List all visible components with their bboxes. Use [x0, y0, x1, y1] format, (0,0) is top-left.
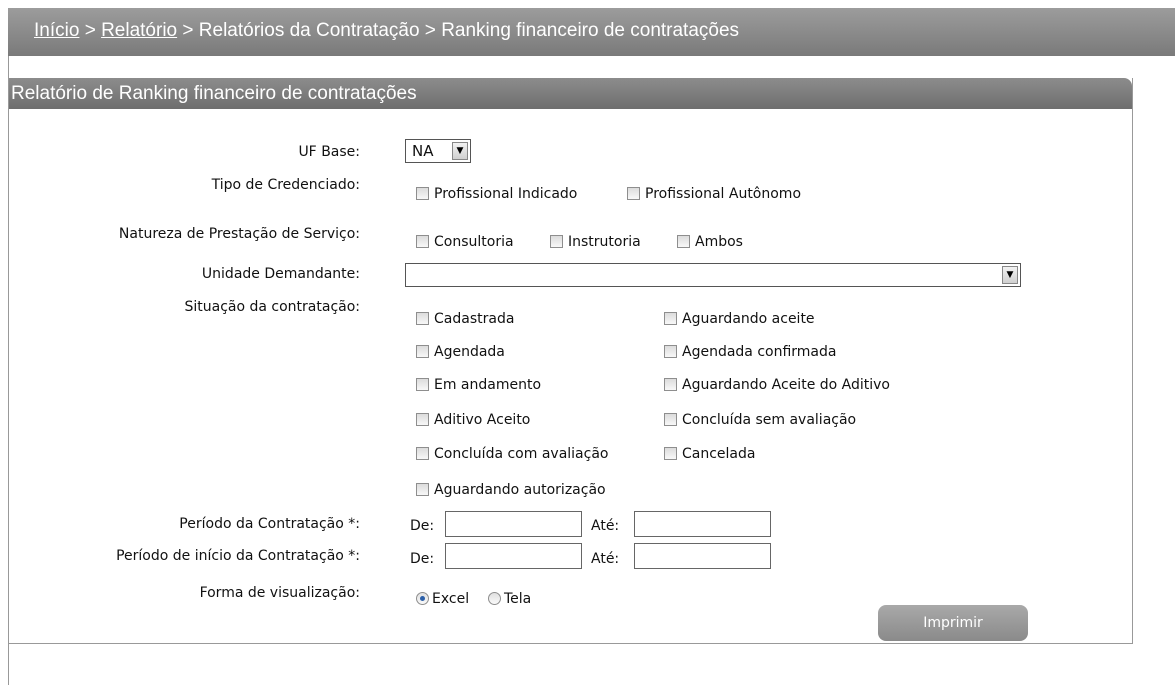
checkbox-label: Agendada [434, 344, 505, 360]
periodo-inicio-de-input[interactable] [445, 543, 582, 569]
checkbox-icon[interactable] [416, 413, 429, 426]
checkbox-concluida-com-avaliacao[interactable]: Concluída com avaliação [416, 446, 608, 462]
periodo-ate-input[interactable] [634, 511, 771, 537]
breadcrumb-bar: Início > Relatório > Relatórios da Contr… [8, 8, 1175, 56]
panel-title: Relatório de Ranking financeiro de contr… [9, 78, 1132, 109]
checkbox-icon[interactable] [416, 447, 429, 460]
checkbox-cadastrada[interactable]: Cadastrada [416, 311, 514, 327]
checkbox-icon[interactable] [416, 187, 429, 200]
unidade-demandante-select[interactable]: ▼ [405, 263, 1021, 287]
checkbox-concluida-sem-avaliacao[interactable]: Concluída sem avaliação [664, 412, 856, 428]
radio-icon[interactable] [488, 592, 501, 605]
checkbox-label: Aguardando autorização [434, 482, 606, 498]
breadcrumb: Início > Relatório > Relatórios da Contr… [34, 20, 739, 42]
chevron-down-icon[interactable]: ▼ [1002, 266, 1018, 284]
breadcrumb-separator: > [419, 20, 442, 41]
checkbox-label: Aguardando Aceite do Aditivo [682, 377, 890, 393]
breadcrumb-separator: > [177, 20, 199, 41]
breadcrumb-current: Ranking financeiro de contratações [441, 20, 740, 41]
radio-excel[interactable]: Excel [416, 591, 469, 607]
checkbox-agendada-confirmada[interactable]: Agendada confirmada [664, 344, 836, 360]
checkbox-aguardando-autorizacao[interactable]: Aguardando autorização [416, 482, 606, 498]
checkbox-aditivo-aceito[interactable]: Aditivo Aceito [416, 412, 530, 428]
checkbox-icon[interactable] [664, 447, 677, 460]
checkbox-label: Aguardando aceite [682, 311, 815, 327]
periodo-contratacao-label: Período da Contratação *: [179, 516, 360, 532]
checkbox-consultoria[interactable]: Consultoria [416, 234, 514, 250]
checkbox-icon[interactable] [416, 345, 429, 358]
situacao-label: Situação da contratação: [184, 299, 360, 315]
unidade-demandante-label: Unidade Demandante: [201, 266, 360, 282]
breadcrumb-report-link[interactable]: Relatório [101, 20, 177, 41]
checkbox-label: Em andamento [434, 377, 542, 393]
radio-label: Excel [432, 591, 470, 607]
checkbox-label: Agendada confirmada [682, 344, 837, 360]
breadcrumb-home-link[interactable]: Início [34, 20, 79, 41]
checkbox-label: Ambos [695, 234, 743, 250]
checkbox-icon[interactable] [677, 235, 690, 248]
checkbox-agendada[interactable]: Agendada [416, 344, 505, 360]
visualizacao-label: Forma de visualização: [199, 585, 360, 601]
checkbox-label: Instrutoria [568, 234, 641, 250]
breadcrumb-contracting: Relatórios da Contratação [198, 20, 420, 41]
checkbox-instrutoria[interactable]: Instrutoria [550, 234, 641, 250]
checkbox-icon[interactable] [416, 235, 429, 248]
tipo-credenciado-label: Tipo de Credenciado: [211, 177, 360, 193]
uf-base-select[interactable]: NA ▼ [405, 139, 471, 163]
checkbox-icon[interactable] [627, 187, 640, 200]
checkbox-profissional-indicado[interactable]: Profissional Indicado [416, 186, 577, 202]
checkbox-label: Concluída com avaliação [434, 446, 609, 462]
natureza-label: Natureza de Prestação de Serviço: [118, 226, 360, 242]
periodo-inicio-label: Período de início da Contratação *: [116, 548, 360, 564]
checkbox-em-andamento[interactable]: Em andamento [416, 377, 541, 393]
checkbox-aguardando-aceite[interactable]: Aguardando aceite [664, 311, 815, 327]
periodo-inicio-ate-label: Até: [591, 551, 620, 567]
radio-label: Tela [504, 591, 532, 607]
checkbox-icon[interactable] [664, 345, 677, 358]
periodo-de-input[interactable] [445, 511, 582, 537]
checkbox-label: Cadastrada [434, 311, 515, 327]
checkbox-aguardando-aceite-aditivo[interactable]: Aguardando Aceite do Aditivo [664, 377, 890, 393]
breadcrumb-separator: > [79, 20, 102, 41]
periodo-de-label: De: [410, 518, 435, 534]
checkbox-ambos[interactable]: Ambos [677, 234, 743, 250]
checkbox-icon[interactable] [416, 378, 429, 391]
checkbox-icon[interactable] [664, 378, 677, 391]
chevron-down-icon[interactable]: ▼ [452, 142, 468, 160]
uf-base-label: UF Base: [298, 144, 360, 160]
checkbox-label: Consultoria [434, 234, 514, 250]
checkbox-label: Profissional Autônomo [645, 186, 802, 202]
checkbox-label: Concluída sem avaliação [682, 412, 857, 428]
radio-selected-icon[interactable] [416, 592, 429, 605]
checkbox-label: Cancelada [682, 446, 756, 462]
checkbox-icon[interactable] [550, 235, 563, 248]
checkbox-label: Profissional Indicado [434, 186, 578, 202]
checkbox-cancelada[interactable]: Cancelada [664, 446, 755, 462]
checkbox-icon[interactable] [664, 312, 677, 325]
periodo-inicio-ate-input[interactable] [634, 543, 771, 569]
checkbox-label: Aditivo Aceito [434, 412, 531, 428]
radio-tela[interactable]: Tela [488, 591, 531, 607]
checkbox-icon[interactable] [416, 483, 429, 496]
periodo-inicio-de-label: De: [410, 551, 435, 567]
checkbox-icon[interactable] [416, 312, 429, 325]
periodo-ate-label: Até: [591, 518, 620, 534]
uf-base-value: NA [412, 142, 434, 160]
checkbox-profissional-autonomo[interactable]: Profissional Autônomo [627, 186, 801, 202]
checkbox-icon[interactable] [664, 413, 677, 426]
print-button[interactable]: Imprimir [878, 605, 1028, 641]
